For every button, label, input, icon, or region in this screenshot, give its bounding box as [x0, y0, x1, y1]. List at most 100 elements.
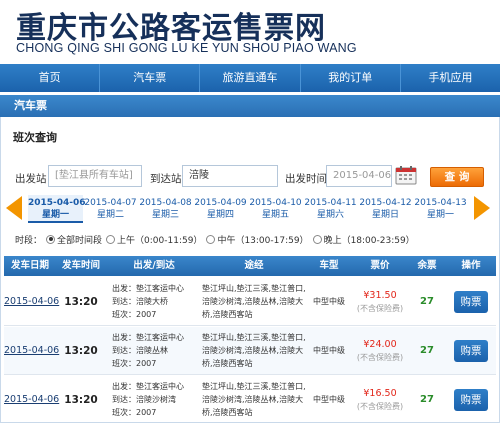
row-date[interactable]: 2015-04-06 — [4, 394, 59, 405]
row-trip: 班次：2007 — [112, 359, 157, 368]
option-all-day-label: 全部时间段 — [57, 235, 103, 246]
row-action: 购票 — [446, 290, 496, 313]
date-tab-date: 2015-04-11 — [304, 198, 357, 208]
prev-dates-arrow-icon[interactable] — [6, 196, 22, 220]
row-price-cell: ¥24.00 (不含保险费) — [352, 338, 408, 364]
nav-item-tour-express[interactable]: 旅游直通车 — [200, 64, 301, 92]
to-station-field[interactable]: 涪陵 — [182, 165, 278, 187]
row-trip: 班次：2007 — [112, 310, 157, 319]
main-nav: 首页 汽车票 旅游直通车 我的订单 手机应用 — [0, 64, 500, 92]
calendar-icon[interactable] — [395, 165, 417, 185]
from-station-field[interactable]: [垫江县所有车站] — [48, 165, 142, 187]
row-price-note: (不含保险费) — [356, 401, 404, 411]
search-button[interactable]: 查 询 — [430, 167, 484, 187]
date-label: 出发时间 — [285, 173, 327, 185]
buy-ticket-button[interactable]: 购票 — [454, 339, 488, 362]
col-price: 票价 — [370, 260, 390, 271]
radio-all-day[interactable] — [46, 234, 56, 244]
date-tab-weekday: 星期六 — [316, 210, 344, 220]
date-tab-date: 2015-04-06 — [28, 198, 86, 208]
nav-item-home[interactable]: 首页 — [0, 64, 101, 92]
col-seats: 余票 — [417, 260, 437, 271]
row-date[interactable]: 2015-04-06 — [4, 345, 59, 356]
to-label: 到达站 — [150, 173, 182, 185]
date-tab[interactable]: 2015-04-13 星期一 — [413, 195, 468, 223]
from-label: 出发站 — [15, 173, 47, 185]
nav-item-mobile-app[interactable]: 手机应用 — [401, 64, 500, 92]
date-field[interactable]: 2015-04-06 — [326, 165, 392, 187]
date-tab[interactable]: 2015-04-07 星期二 — [83, 195, 138, 223]
row-depart: 出发：垫江客运中心 — [112, 284, 184, 293]
table-row: 2015-04-06 13:20 出发：垫江客运中心 到达：涪陵丛林 班次：20… — [4, 327, 496, 375]
row-type: 中型中级 — [313, 297, 345, 306]
row-date[interactable]: 2015-04-06 — [4, 296, 59, 307]
row-via: 垫江坪山,垫江三溪,垫江普口,涪陵沙树湾,涪陵丛林,涪陵大桥,涪陵西客站 — [202, 284, 306, 319]
date-tab-weekday: 星期一 — [41, 210, 69, 220]
next-dates-arrow-icon[interactable] — [474, 196, 490, 220]
results-table-header: 发车日期 发车时间 出发/到达 途经 车型 票价 余票 操作 — [4, 256, 496, 276]
date-tab[interactable]: 2015-04-12 星期日 — [358, 195, 413, 223]
col-action: 操作 — [461, 260, 481, 271]
nav-item-my-orders[interactable]: 我的订单 — [301, 64, 401, 92]
row-price-note: (不含保险费) — [356, 303, 404, 313]
col-type: 车型 — [319, 260, 339, 271]
row-price: ¥16.50 — [363, 387, 397, 399]
section-title: 汽车票 — [14, 99, 47, 112]
row-stations: 出发：垫江客运中心 到达：涪陵大桥 班次：2007 — [106, 282, 202, 321]
buy-ticket-button[interactable]: 购票 — [454, 290, 488, 313]
row-time: 13:20 — [64, 344, 98, 357]
row-action: 购票 — [446, 388, 496, 411]
radio-evening[interactable] — [312, 234, 322, 244]
row-price-cell: ¥16.50 (不含保险费) — [352, 387, 408, 413]
col-time: 发车时间 — [61, 260, 100, 271]
date-tab[interactable]: 2015-04-08 星期三 — [138, 195, 193, 223]
date-tab-date: 2015-04-09 — [194, 198, 247, 208]
table-row: 2015-04-06 13:20 出发：垫江客运中心 到达：涪陵沙树湾 班次：2… — [4, 376, 496, 423]
date-tab-date: 2015-04-08 — [139, 198, 192, 208]
date-tab-weekday: 星期四 — [206, 210, 234, 220]
site-header: 重庆市公路客运售票网 CHONG QING SHI GONG LU KE YUN… — [0, 0, 500, 64]
buy-ticket-button[interactable]: 购票 — [454, 388, 488, 411]
row-price: ¥24.00 — [363, 338, 397, 350]
row-arrive: 到达：涪陵沙树湾 — [112, 395, 176, 404]
date-tab-date: 2015-04-07 — [84, 198, 137, 208]
row-arrive: 到达：涪陵丛林 — [112, 346, 168, 355]
site-subtitle: CHONG QING SHI GONG LU KE YUN SHOU PIAO … — [16, 41, 357, 55]
row-seats-left: 27 — [420, 345, 434, 356]
col-stations: 出发/到达 — [133, 260, 175, 271]
radio-morning[interactable] — [106, 234, 116, 244]
row-type: 中型中级 — [313, 346, 345, 355]
col-via: 途经 — [244, 260, 264, 271]
time-filter: 时段： 全部时间段 上午（0:00-11:59） 中午（13:00-17:59）… — [15, 232, 415, 246]
row-via: 垫江坪山,垫江三溪,垫江普口,涪陵沙树湾,涪陵丛林,涪陵大桥,涪陵西客站 — [202, 382, 306, 417]
row-depart: 出发：垫江客运中心 — [112, 333, 184, 342]
date-tab[interactable]: 2015-04-06 星期一 — [28, 195, 86, 223]
date-tab-weekday: 星期三 — [151, 210, 179, 220]
date-tab-weekday: 星期二 — [96, 210, 124, 220]
date-tab[interactable]: 2015-04-11 星期六 — [303, 195, 358, 223]
row-via: 垫江坪山,垫江三溪,垫江普口,涪陵沙树湾,涪陵丛林,涪陵大桥,涪陵西客站 — [202, 333, 306, 368]
date-tab[interactable]: 2015-04-09 星期四 — [193, 195, 248, 223]
date-tab-weekday: 星期五 — [261, 210, 289, 220]
option-noon-label: 中午（13:00-17:59） — [217, 235, 309, 246]
date-tab-date: 2015-04-10 — [249, 198, 302, 208]
row-seats-left: 27 — [420, 394, 434, 405]
date-tab-date: 2015-04-13 — [414, 198, 467, 208]
row-price-note: (不含保险费) — [356, 352, 404, 362]
date-tab-weekday: 星期一 — [426, 210, 454, 220]
date-tab-date: 2015-04-12 — [359, 198, 412, 208]
row-arrive: 到达：涪陵大桥 — [112, 297, 168, 306]
table-row: 2015-04-06 13:20 出发：垫江客运中心 到达：涪陵大桥 班次：20… — [4, 278, 496, 326]
row-type: 中型中级 — [313, 395, 345, 404]
row-price: ¥31.50 — [363, 289, 397, 301]
query-title: 班次查询 — [13, 131, 57, 144]
row-stations: 出发：垫江客运中心 到达：涪陵丛林 班次：2007 — [106, 331, 202, 370]
row-time: 13:20 — [64, 295, 98, 308]
option-evening-label: 晚上（18:00-23:59） — [323, 235, 415, 246]
col-date: 发车日期 — [10, 260, 49, 271]
date-tab[interactable]: 2015-04-10 星期五 — [248, 195, 303, 223]
radio-noon[interactable] — [206, 234, 216, 244]
date-strip: 2015-04-06 星期一 2015-04-07 星期二 2015-04-08 星期三 2… — [28, 195, 468, 223]
date-tab-weekday: 星期日 — [371, 210, 399, 220]
nav-item-bus-tickets[interactable]: 汽车票 — [100, 64, 201, 92]
